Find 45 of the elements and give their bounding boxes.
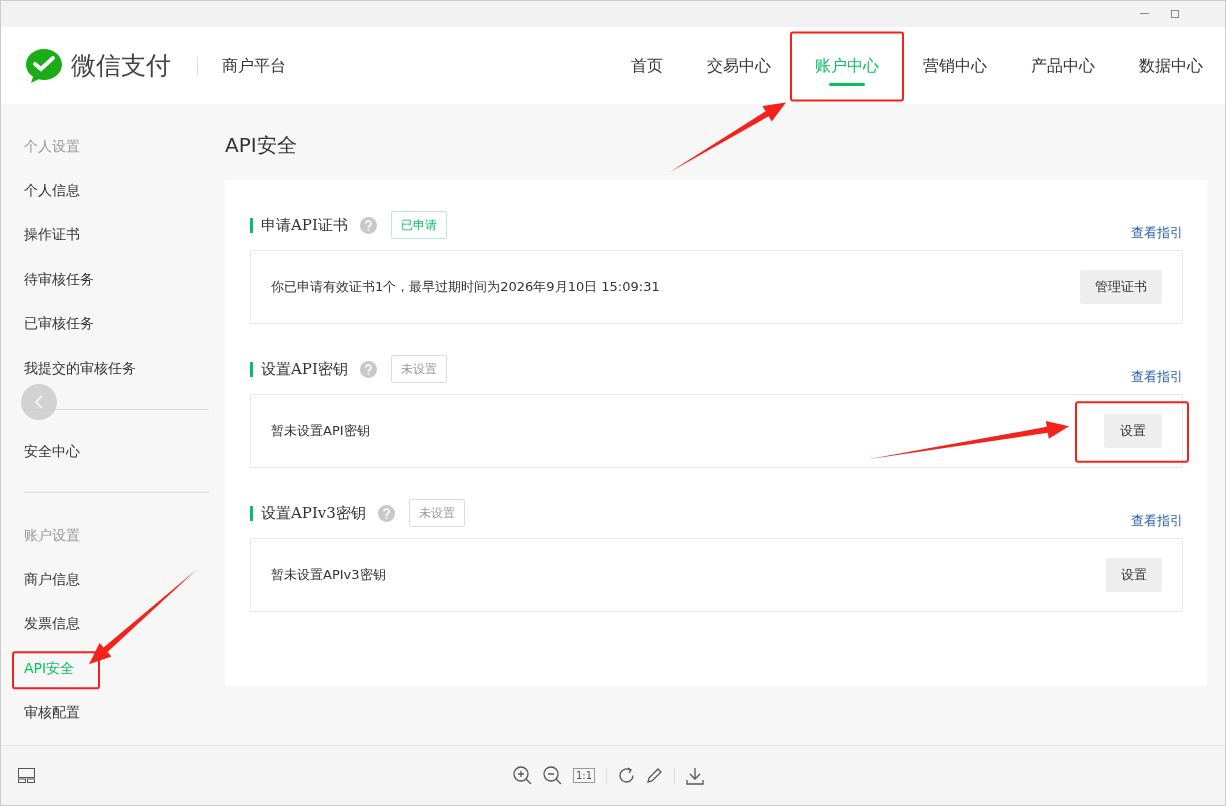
action-button[interactable]: 设置 <box>1104 414 1162 448</box>
guide-link[interactable]: 查看指引 <box>1131 511 1183 531</box>
nav-tab[interactable]: 营销中心 <box>901 33 1009 98</box>
section-title: 设置API密钥 <box>261 358 348 380</box>
sidebar-item[interactable]: 个人信息 <box>24 175 209 206</box>
status-message: 你已申请有效证书1个，最早过期时间为2026年9月10日 15:09:31 <box>271 278 660 297</box>
sidebar-item[interactable]: 商户信息 <box>24 564 209 595</box>
nav-tab[interactable]: 数据中心 <box>1117 33 1225 98</box>
guide-link[interactable]: 查看指引 <box>1131 367 1183 387</box>
layout-icon[interactable] <box>18 768 35 783</box>
chevron-left-icon <box>35 395 43 409</box>
download-icon[interactable] <box>686 766 705 785</box>
nav-tab[interactable]: 产品中心 <box>1009 33 1117 98</box>
zoom-in-icon[interactable] <box>513 766 532 785</box>
actual-size-button[interactable]: 1:1 <box>573 768 596 783</box>
sidebar-item[interactable]: 审核配置 <box>24 697 209 728</box>
nav-tab[interactable]: 首页 <box>609 33 685 98</box>
brand-subtitle: 商户平台 <box>197 56 286 75</box>
pencil-icon[interactable] <box>646 767 664 784</box>
nav-tab[interactable]: 交易中心 <box>685 33 793 98</box>
zoom-out-icon[interactable] <box>543 766 562 785</box>
sidebar-item[interactable]: 操作证书 <box>24 219 209 250</box>
section-title: 设置APIv3密钥 <box>261 502 366 524</box>
page-title: API安全 <box>225 132 298 159</box>
status-message: 暂未设置APIv3密钥 <box>271 566 386 585</box>
brand-name: 微信支付 <box>71 49 171 82</box>
sidebar-item[interactable]: 待审核任务 <box>24 264 209 295</box>
sidebar-item[interactable]: 已审核任务 <box>24 308 209 339</box>
sidebar-item[interactable]: 安全中心 <box>24 436 209 467</box>
status-message: 暂未设置API密钥 <box>271 422 370 441</box>
sidebar-item[interactable]: 我提交的审核任务 <box>24 353 209 384</box>
sidebar-heading: 个人设置 <box>24 136 81 156</box>
action-button[interactable]: 管理证书 <box>1080 270 1162 304</box>
sidebar-item[interactable]: 发票信息 <box>24 608 209 639</box>
sidebar-heading: 账户设置 <box>24 525 81 545</box>
status-tag: 未设置 <box>408 499 465 527</box>
section-title: 申请API证书 <box>261 214 348 236</box>
action-button[interactable]: 设置 <box>1106 558 1162 592</box>
maximize-icon[interactable] <box>1171 10 1179 18</box>
rotate-icon[interactable] <box>618 767 636 784</box>
status-tag: 未设置 <box>390 355 447 383</box>
guide-link[interactable]: 查看指引 <box>1131 223 1183 243</box>
status-tag: 已申请 <box>390 211 447 239</box>
minimize-icon[interactable] <box>1140 13 1149 15</box>
logo-icon <box>25 47 63 84</box>
